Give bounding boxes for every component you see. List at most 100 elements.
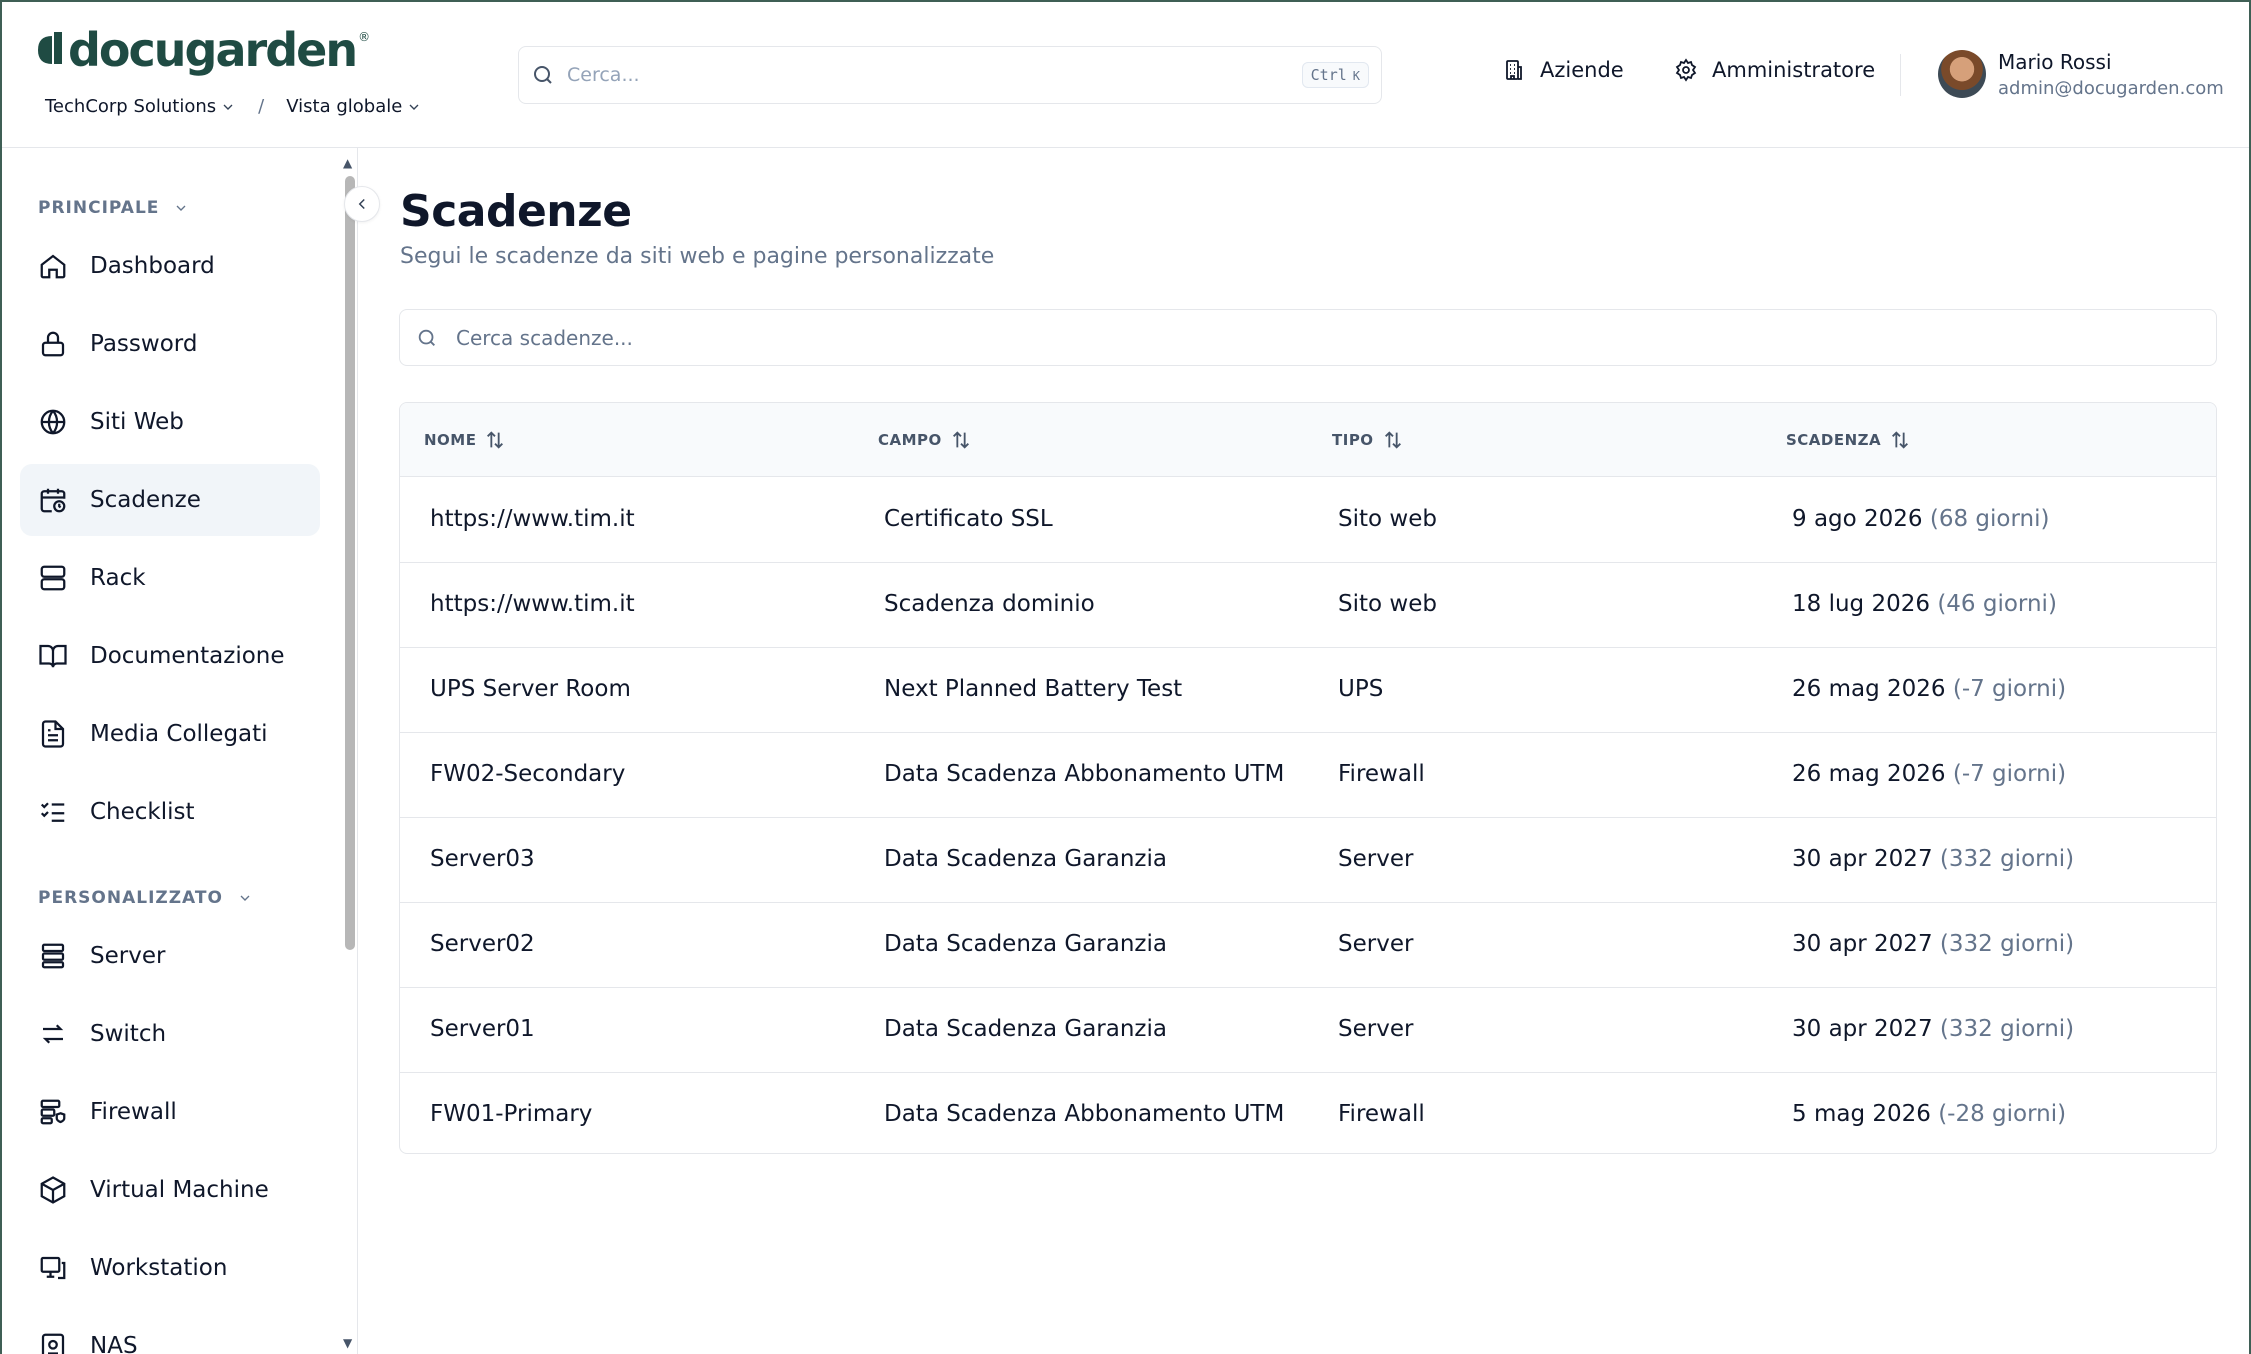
logo[interactable]: docugarden ® <box>36 20 370 80</box>
column-header-label: CAMPO <box>878 431 942 449</box>
cell-tipo: Server <box>1338 931 1414 957</box>
list-checks-icon <box>40 802 65 822</box>
logo-text: docugarden <box>68 23 358 77</box>
table-row[interactable]: FW02-Secondary Data Scadenza Abbonamento… <box>400 733 2216 818</box>
cell-date: 30 apr 2027 <box>1792 846 1933 872</box>
sidebar-item-scadenze[interactable]: Scadenze <box>20 464 320 536</box>
sidebar-item-dashboard[interactable]: Dashboard <box>20 230 320 302</box>
section-personalizzato[interactable]: PERSONALIZZATO <box>38 888 253 908</box>
cell-tipo: Firewall <box>1338 761 1425 787</box>
cell-date: 5 mag 2026 <box>1792 1101 1931 1127</box>
home-icon <box>40 254 66 279</box>
server-rack-icon <box>40 565 66 591</box>
gear-icon <box>1675 58 1697 82</box>
book-icon <box>39 644 67 668</box>
shortcut-hint: Ctrl K <box>1301 62 1369 88</box>
global-search[interactable]: Ctrl K <box>518 46 1382 104</box>
sidebar-item-nas[interactable]: NAS <box>20 1310 320 1354</box>
cell-nome: Server02 <box>430 931 535 957</box>
cell-campo: Data Scadenza Garanzia <box>884 846 1167 872</box>
sidebar-item-workstation[interactable]: Workstation <box>20 1232 320 1304</box>
table-row[interactable]: https://www.tim.it Scadenza dominio Sito… <box>400 563 2216 648</box>
sidebar-item-rack[interactable]: Rack <box>20 542 320 614</box>
column-header-tipo[interactable]: TIPO <box>1332 429 1404 451</box>
cell-days: (332 giorni) <box>1939 846 2075 872</box>
top-header: docugarden ® TechCorp Solutions / Vista … <box>2 2 2249 148</box>
admin-button[interactable]: Amministratore <box>1674 58 1875 82</box>
cell-nome: FW01-Primary <box>430 1101 593 1127</box>
scroll-up-arrow[interactable]: ▲ <box>343 156 352 170</box>
table-row[interactable]: UPS Server Room Next Planned Battery Tes… <box>400 648 2216 733</box>
cell-nome: FW02-Secondary <box>430 761 626 787</box>
sidebar-item-checklist[interactable]: Checklist <box>20 776 320 848</box>
column-header-scadenza[interactable]: SCADENZA <box>1786 429 1911 451</box>
file-text-icon <box>41 720 65 748</box>
cell-campo: Data Scadenza Abbonamento UTM <box>884 761 1285 787</box>
section-personalizzato-label: PERSONALIZZATO <box>38 888 223 908</box>
sidebar-item-label: Switch <box>90 1021 167 1047</box>
table-row[interactable]: Server02 Data Scadenza Garanzia Server 3… <box>400 903 2216 988</box>
sidebar-item-label: Documentazione <box>90 643 285 669</box>
cell-campo: Next Planned Battery Test <box>884 676 1183 702</box>
cell-campo: Certificato SSL <box>884 506 1053 532</box>
user-name[interactable]: Mario Rossi <box>1998 50 2112 74</box>
column-header-label: TIPO <box>1332 431 1374 449</box>
lock-icon <box>41 331 65 357</box>
box-icon <box>40 1176 66 1204</box>
sidebar-item-server[interactable]: Server <box>20 920 320 992</box>
sidebar-item-siti-web[interactable]: Siti Web <box>20 386 320 458</box>
cell-scadenza: 5 mag 2026 (-28 giorni) <box>1792 1101 2066 1127</box>
sidebar-item-switch[interactable]: Switch <box>20 998 320 1070</box>
sidebar-scrollbar[interactable] <box>345 176 355 950</box>
cell-tipo: Firewall <box>1338 1101 1425 1127</box>
column-header-nome[interactable]: NOME <box>424 429 506 451</box>
cell-date: 9 ago 2026 <box>1792 506 1923 532</box>
table-row[interactable]: Server03 Data Scadenza Garanzia Server 3… <box>400 818 2216 903</box>
sidebar-item-documentazione[interactable]: Documentazione <box>20 620 320 692</box>
cell-scadenza: 9 ago 2026 (68 giorni) <box>1792 506 2049 532</box>
table-header: NOME CAMPO TIPO SCADENZA <box>400 403 2216 477</box>
scroll-down-arrow[interactable]: ▼ <box>343 1336 352 1350</box>
chevron-down-icon <box>240 895 250 901</box>
cell-days: (-7 giorni) <box>1952 676 2067 702</box>
cell-date: 30 apr 2027 <box>1792 931 1933 957</box>
section-principale[interactable]: PRINCIPALE <box>38 198 189 218</box>
search-icon <box>418 329 435 346</box>
deadlines-table: NOME CAMPO TIPO SCADENZA https://www.tim… <box>399 402 2217 1154</box>
cell-scadenza: 18 lug 2026 (46 giorni) <box>1792 591 2057 617</box>
cell-campo: Data Scadenza Garanzia <box>884 931 1167 957</box>
sidebar-item-label: Virtual Machine <box>90 1177 269 1203</box>
cell-nome: Server01 <box>430 1016 535 1042</box>
avatar[interactable] <box>1938 50 1986 98</box>
companies-button[interactable]: Aziende <box>1502 58 1624 82</box>
column-header-label: SCADENZA <box>1786 431 1882 449</box>
global-search-input[interactable] <box>567 64 1302 86</box>
sidebar-item-label: Media Collegati <box>90 721 268 747</box>
breadcrumb-view[interactable]: Vista globale <box>286 96 422 117</box>
column-header-campo[interactable]: CAMPO <box>878 429 972 451</box>
sidebar-item-label: Server <box>90 943 166 969</box>
page-title: Scadenze <box>400 186 632 237</box>
table-row[interactable]: Server01 Data Scadenza Garanzia Server 3… <box>400 988 2216 1073</box>
search-icon <box>534 66 552 84</box>
sidebar-item-virtual-machine[interactable]: Virtual Machine <box>20 1154 320 1226</box>
cell-scadenza: 26 mag 2026 (-7 giorni) <box>1792 676 2066 702</box>
cell-tipo: Sito web <box>1338 591 1437 617</box>
table-row[interactable]: FW01-Primary Data Scadenza Abbonamento U… <box>400 1073 2216 1153</box>
admin-label: Amministratore <box>1712 58 1876 82</box>
breadcrumb-company[interactable]: TechCorp Solutions <box>45 96 236 117</box>
sidebar-item-label: Scadenze <box>90 487 201 513</box>
sidebar-item-password[interactable]: Password <box>20 308 320 380</box>
cell-tipo: UPS <box>1338 676 1384 702</box>
cell-nome: UPS Server Room <box>430 676 631 702</box>
deadline-search-input[interactable] <box>456 325 2200 350</box>
sidebar-item-media-collegati[interactable]: Media Collegati <box>20 698 320 770</box>
table-row[interactable]: https://www.tim.it Certificato SSL Sito … <box>400 478 2216 563</box>
collapse-sidebar-button[interactable] <box>344 186 380 222</box>
sidebar-item-firewall[interactable]: Firewall <box>20 1076 320 1148</box>
column-header-label: NOME <box>424 431 477 449</box>
sidebar-item-label: Firewall <box>90 1099 177 1125</box>
deadline-search[interactable] <box>399 309 2217 366</box>
cell-campo: Scadenza dominio <box>884 591 1095 617</box>
cell-tipo: Server <box>1338 846 1414 872</box>
